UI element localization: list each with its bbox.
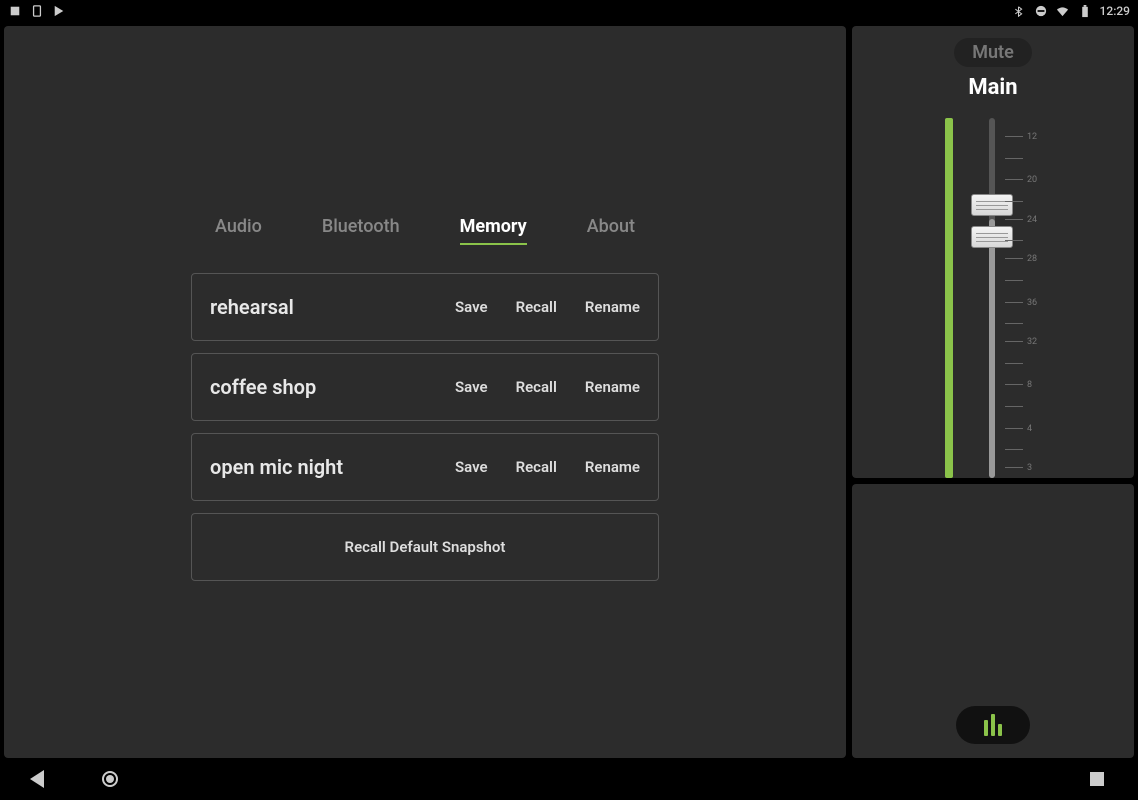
tick-label: 20	[1027, 175, 1037, 185]
recall-button[interactable]: Recall	[516, 378, 557, 396]
recall-default-label: Recall Default Snapshot	[345, 538, 506, 556]
save-button[interactable]: Save	[455, 378, 488, 396]
tab-memory[interactable]: Memory	[460, 216, 527, 245]
settings-panel: Audio Bluetooth Memory About rehearsal S…	[4, 26, 846, 758]
preset-row: open mic night Save Recall Rename	[191, 433, 659, 501]
preset-row: rehearsal Save Recall Rename	[191, 273, 659, 341]
tab-bluetooth[interactable]: Bluetooth	[322, 216, 400, 245]
tick-label: 12	[1027, 132, 1037, 142]
eq-bar-icon	[998, 724, 1002, 736]
rename-button[interactable]: Rename	[585, 298, 640, 316]
preset-row: coffee shop Save Recall Rename	[191, 353, 659, 421]
mute-label: Mute	[972, 42, 1014, 63]
tick-label: 8	[1027, 380, 1032, 390]
tab-about[interactable]: About	[587, 216, 635, 245]
level-meter	[945, 118, 953, 478]
recall-button[interactable]: Recall	[516, 298, 557, 316]
play-store-icon	[52, 4, 66, 18]
preset-name: rehearsal	[210, 295, 455, 319]
tick-label: 36	[1027, 298, 1037, 308]
tab-bar: Audio Bluetooth Memory About	[215, 216, 635, 245]
status-left	[8, 4, 66, 18]
preset-name: coffee shop	[210, 375, 455, 399]
channel-label: Main	[968, 75, 1017, 100]
recall-default-button[interactable]: Recall Default Snapshot	[191, 513, 659, 581]
tick-label: 24	[1027, 215, 1037, 225]
tick-label: 28	[1027, 254, 1037, 264]
status-bar: 12:29	[0, 0, 1138, 22]
home-button[interactable]	[102, 771, 118, 787]
eq-button[interactable]	[956, 706, 1030, 744]
preset-list: rehearsal Save Recall Rename coffee shop…	[191, 273, 659, 581]
tab-audio[interactable]: Audio	[215, 216, 262, 245]
recent-apps-button[interactable]	[1090, 772, 1104, 786]
app-icon-2	[30, 4, 44, 18]
clock: 12:29	[1100, 4, 1130, 18]
fader-knob-1[interactable]	[971, 194, 1013, 216]
recall-button[interactable]: Recall	[516, 458, 557, 476]
mute-button[interactable]: Mute	[954, 38, 1032, 67]
main-fader-panel: Mute Main 12 20 24 28 36	[852, 26, 1134, 478]
preset-name: open mic night	[210, 455, 455, 479]
tick-label: 4	[1027, 424, 1032, 434]
save-button[interactable]: Save	[455, 298, 488, 316]
back-button[interactable]	[30, 770, 44, 788]
channel-strip-panel	[852, 484, 1134, 758]
status-right: 12:29	[1012, 4, 1130, 18]
fader-track-fill	[989, 219, 995, 478]
rename-button[interactable]: Rename	[585, 378, 640, 396]
android-nav-bar	[0, 762, 1138, 796]
app-icon-1	[8, 4, 22, 18]
dnd-icon	[1034, 4, 1048, 18]
battery-icon	[1078, 4, 1092, 18]
eq-bar-icon	[984, 720, 988, 736]
bluetooth-icon	[1012, 4, 1026, 18]
fader-knob-2[interactable]	[971, 226, 1013, 248]
fader-area: 12 20 24 28 36 32 8 4 3	[933, 118, 1053, 478]
tick-label: 3	[1027, 463, 1032, 473]
wifi-icon	[1056, 4, 1070, 18]
tick-label: 32	[1027, 337, 1037, 347]
rename-button[interactable]: Rename	[585, 458, 640, 476]
save-button[interactable]: Save	[455, 458, 488, 476]
eq-bar-icon	[991, 714, 995, 736]
